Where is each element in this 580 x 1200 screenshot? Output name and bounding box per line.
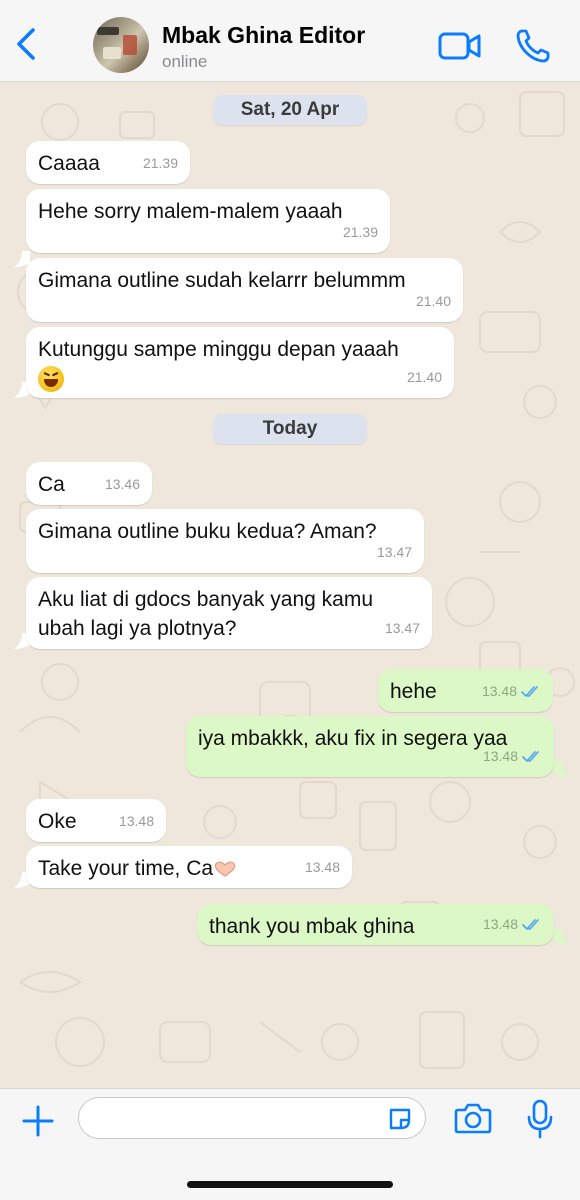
camera-button[interactable] xyxy=(454,1101,492,1135)
date-separator: Sat, 20 Apr xyxy=(213,95,367,125)
voice-message-button[interactable] xyxy=(526,1099,554,1139)
message-meta: 13.48 xyxy=(483,742,542,771)
camera-icon xyxy=(454,1103,492,1134)
message-bubble-incoming[interactable]: Kutunggu sampe minggu depan yaaah 21.40 xyxy=(26,327,454,398)
message-time: 13.48 xyxy=(482,748,518,764)
avatar[interactable] xyxy=(93,17,149,73)
voice-call-button[interactable] xyxy=(513,26,553,66)
chat-header: Mbak Ghina Editor online xyxy=(0,0,580,82)
microphone-icon xyxy=(527,1099,553,1139)
message-time: 21.40 xyxy=(415,293,451,309)
message-time: 13.48 xyxy=(482,916,518,932)
message-bubble-outgoing[interactable]: hehe 13.48 xyxy=(378,669,553,712)
sticker-icon xyxy=(389,1108,411,1130)
bubble-tail xyxy=(554,929,570,945)
message-input[interactable] xyxy=(93,1104,383,1132)
message-bubble-incoming[interactable]: Oke 13.48 xyxy=(26,799,166,842)
video-call-button[interactable] xyxy=(438,28,482,64)
message-bubble-outgoing[interactable]: iya mbakkk, aku fix in segera yaa 13.48 xyxy=(186,716,554,777)
message-bubble-incoming[interactable]: Take your time, Ca 13.48 xyxy=(26,846,352,888)
heart-hands-icon xyxy=(214,862,236,878)
contact-status: online xyxy=(162,52,208,71)
message-time: 13.48 xyxy=(118,813,154,829)
read-receipt-icon xyxy=(521,685,538,697)
message-time: 13.46 xyxy=(104,476,140,492)
message-time: 13.48 xyxy=(304,859,340,875)
message-bubble-incoming[interactable]: Caaaa 21.39 xyxy=(26,141,190,184)
video-camera-icon xyxy=(438,32,481,60)
message-text: Hehe sorry malem-malem yaaah xyxy=(38,200,343,223)
message-bubble-incoming[interactable]: Aku liat di gdocs banyak yang kamu ubah … xyxy=(26,577,432,649)
phone-icon xyxy=(516,29,550,63)
message-input-container[interactable] xyxy=(78,1097,426,1139)
plus-icon xyxy=(22,1105,54,1137)
message-bubble-outgoing[interactable]: thank you mbak ghina 13.48 xyxy=(197,904,554,945)
message-text-line2: ubah lagi ya plotnya? xyxy=(38,617,237,640)
message-time: 21.39 xyxy=(142,155,178,171)
message-meta: 13.48 xyxy=(482,677,541,706)
message-bubble-incoming[interactable]: Gimana outline sudah kelarrr belummm 21.… xyxy=(26,258,463,322)
message-meta: 13.48 xyxy=(483,910,542,939)
message-time: 13.47 xyxy=(384,620,420,636)
date-separator: Today xyxy=(213,414,367,444)
bubble-tail xyxy=(554,761,570,777)
message-time: 13.47 xyxy=(376,544,412,560)
home-indicator xyxy=(187,1181,393,1188)
grinning-squinting-face-icon xyxy=(38,366,64,393)
message-composer xyxy=(0,1088,580,1200)
message-bubble-incoming[interactable]: Ca 13.46 xyxy=(26,462,152,505)
read-receipt-icon xyxy=(522,918,539,930)
chat-area[interactable]: Sat, 20 Apr Caaaa 21.39 Hehe sorry malem… xyxy=(0,82,580,1088)
message-bubble-incoming[interactable]: Hehe sorry malem-malem yaaah 21.39 xyxy=(26,189,390,253)
chevron-left-icon xyxy=(17,28,35,60)
message-text: Kutunggu sampe minggu depan yaaah xyxy=(38,338,399,361)
sticker-button[interactable] xyxy=(387,1106,413,1132)
message-text: Gimana outline buku kedua? Aman? xyxy=(38,520,377,543)
back-button[interactable] xyxy=(8,22,44,66)
read-receipt-icon xyxy=(522,750,539,762)
message-text: Aku liat di gdocs banyak yang kamu xyxy=(38,588,374,611)
message-time: 21.40 xyxy=(406,369,442,385)
attach-button[interactable] xyxy=(20,1103,56,1139)
message-time: 21.39 xyxy=(342,224,378,240)
message-time: 13.48 xyxy=(481,683,517,699)
contact-name[interactable]: Mbak Ghina Editor xyxy=(162,22,365,49)
message-text: Gimana outline sudah kelarrr belummm xyxy=(38,269,406,292)
message-text: Take your time, Ca xyxy=(38,854,340,883)
message-bubble-incoming[interactable]: Gimana outline buku kedua? Aman? 13.47 xyxy=(26,509,424,573)
